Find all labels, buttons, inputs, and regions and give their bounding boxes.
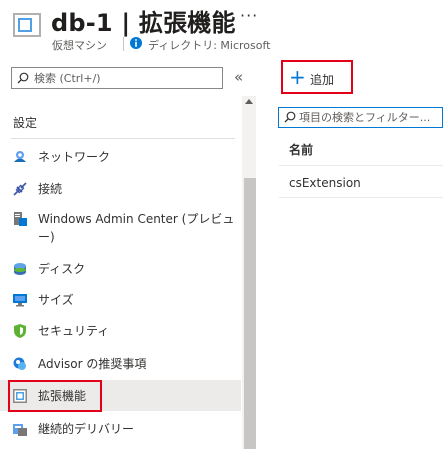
subtitle-divider	[123, 37, 124, 51]
advisor-icon	[13, 357, 26, 370]
scroll-up-arrow-icon[interactable]	[245, 99, 253, 104]
section-divider	[11, 138, 235, 139]
more-options-button[interactable]: ···	[240, 6, 258, 25]
sidebar-item-connect[interactable]: 接続	[0, 178, 241, 200]
blade-header: db-1 | 拡張機能 ··· 仮想マシン ディレクトリ: Microsoft	[0, 0, 443, 58]
sidebar-item-advisor[interactable]: Advisor の推奨事項	[0, 353, 241, 375]
menu-search-input[interactable]	[34, 70, 219, 86]
size-icon	[13, 294, 27, 307]
sidebar-item-disks[interactable]: ディスク	[0, 258, 241, 280]
sidebar-item-label: ディスク	[38, 262, 86, 276]
sidebar-scrollbar-thumb[interactable]	[244, 178, 256, 449]
virtual-machine-icon	[13, 13, 41, 37]
sidebar-item-label: サイズ	[38, 293, 74, 307]
continuous-delivery-icon	[13, 424, 27, 436]
collapse-menu-button[interactable]: «	[234, 68, 243, 86]
menu-search[interactable]	[11, 67, 223, 89]
admin-center-icon	[14, 212, 27, 226]
table-row-name[interactable]: csExtension	[289, 176, 361, 190]
shield-icon	[14, 324, 26, 338]
sidebar-item-size[interactable]: サイズ	[0, 289, 241, 311]
add-button-label: 追加	[310, 73, 335, 87]
header-divider	[279, 165, 443, 166]
connect-icon	[13, 182, 27, 196]
sidebar-item-windows-admin-center[interactable]: Windows Admin Center (プレビュ ー)	[0, 208, 241, 248]
active-item-highlight-box	[8, 380, 102, 412]
directory-label: ディレクトリ: Microsoft	[148, 39, 271, 52]
add-button[interactable]: + 追加	[281, 60, 353, 94]
page-title: db-1 | 拡張機能	[51, 9, 236, 37]
sidebar-item-label: Advisor の推奨事項	[38, 357, 147, 371]
section-title-settings: 設定	[13, 116, 38, 130]
info-icon	[130, 37, 142, 49]
search-icon	[17, 72, 29, 84]
resource-type: 仮想マシン	[52, 39, 107, 52]
sidebar-item-continuous-delivery[interactable]: 継続的デリバリー	[0, 418, 241, 440]
sidebar-item-label: 接続	[38, 182, 63, 196]
sidebar-item-networking[interactable]: ネットワーク	[0, 146, 241, 168]
row-divider	[279, 197, 443, 198]
sidebar-item-label: 継続的デリバリー	[38, 422, 135, 436]
sidebar-item-label: セキュリティ	[38, 324, 110, 338]
column-header-name[interactable]: 名前	[289, 141, 313, 158]
sidebar-item-security[interactable]: セキュリティ	[0, 320, 241, 342]
filter-search[interactable]	[278, 107, 443, 128]
sidebar-item-label-line2: ー)	[38, 230, 55, 244]
network-icon	[14, 151, 26, 162]
disk-icon	[14, 263, 26, 275]
sidebar-item-label-line1: Windows Admin Center (プレビュ	[38, 212, 235, 226]
search-icon	[284, 111, 296, 123]
sidebar-item-label: ネットワーク	[38, 150, 111, 164]
plus-icon: +	[289, 65, 306, 89]
filter-input[interactable]	[299, 110, 443, 125]
